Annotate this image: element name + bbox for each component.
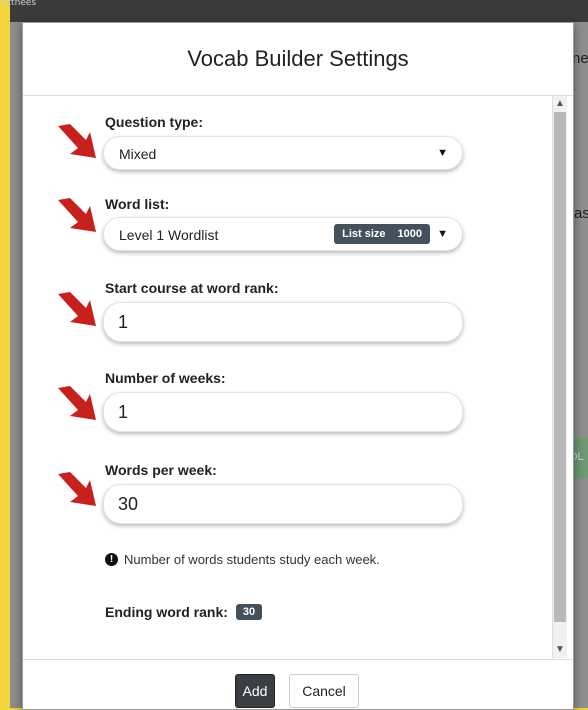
ending-rank: Ending word rank: 30 bbox=[105, 604, 263, 620]
word-list-select[interactable]: Level 1 Wordlist List size 1000 ▼ bbox=[103, 217, 463, 251]
scroll-up-icon[interactable]: ▲ bbox=[553, 96, 567, 112]
words-per-week-field[interactable] bbox=[103, 484, 463, 524]
background-text-1: ne bbox=[572, 50, 588, 67]
list-size-badge-label: List size bbox=[342, 228, 386, 240]
ending-rank-badge: 30 bbox=[235, 604, 263, 620]
words-per-week-label: Words per week: bbox=[105, 462, 217, 478]
scroll-down-icon[interactable]: ▼ bbox=[553, 642, 567, 658]
modal-body: Question type: Mixed ▼ Word list: Level … bbox=[23, 96, 573, 658]
question-type-select[interactable]: Mixed ▼ bbox=[103, 136, 463, 170]
background-text-2: as bbox=[574, 205, 588, 222]
modal-scrollbar[interactable]: ▲ ▼ bbox=[552, 96, 567, 658]
add-button[interactable]: Add bbox=[235, 674, 275, 708]
cancel-button[interactable]: Cancel bbox=[289, 674, 359, 708]
num-weeks-label: Number of weeks: bbox=[105, 370, 226, 386]
chevron-down-icon: ▼ bbox=[437, 228, 448, 240]
red-arrow-icon bbox=[58, 386, 96, 420]
word-list-value: Level 1 Wordlist bbox=[119, 227, 219, 243]
red-arrow-icon bbox=[58, 292, 96, 326]
ending-rank-label: Ending word rank: bbox=[105, 604, 228, 620]
num-weeks-input[interactable] bbox=[118, 401, 438, 423]
start-rank-input[interactable] bbox=[118, 311, 438, 333]
list-size-badge-value: 1000 bbox=[397, 228, 422, 240]
scroll-thumb[interactable] bbox=[554, 112, 566, 622]
modal-footer: Add Cancel bbox=[23, 659, 573, 710]
red-arrow-icon bbox=[58, 198, 96, 232]
red-arrow-icon bbox=[58, 124, 96, 158]
words-per-week-help-text: Number of words students study each week… bbox=[124, 552, 380, 567]
word-list-label: Word list: bbox=[105, 196, 170, 212]
modal-title: Vocab Builder Settings bbox=[187, 46, 409, 71]
settings-modal: Vocab Builder Settings Question type: Mi… bbox=[22, 22, 574, 710]
question-type-label: Question type: bbox=[105, 114, 204, 130]
start-rank-field[interactable] bbox=[103, 302, 463, 342]
modal-header: Vocab Builder Settings bbox=[23, 23, 573, 96]
background-logo: ottnees bbox=[2, 0, 37, 8]
start-rank-label: Start course at word rank: bbox=[105, 280, 279, 296]
background-toolbar: ottnees bbox=[2, 0, 588, 22]
chevron-down-icon: ▼ bbox=[437, 147, 448, 159]
red-arrow-icon bbox=[58, 472, 96, 506]
words-per-week-input[interactable] bbox=[118, 493, 438, 515]
words-per-week-help: ! Number of words students study each we… bbox=[105, 552, 380, 567]
list-size-badge: List size 1000 bbox=[334, 224, 430, 244]
question-type-value: Mixed bbox=[119, 146, 157, 162]
num-weeks-field[interactable] bbox=[103, 392, 463, 432]
info-icon: ! bbox=[105, 553, 118, 566]
